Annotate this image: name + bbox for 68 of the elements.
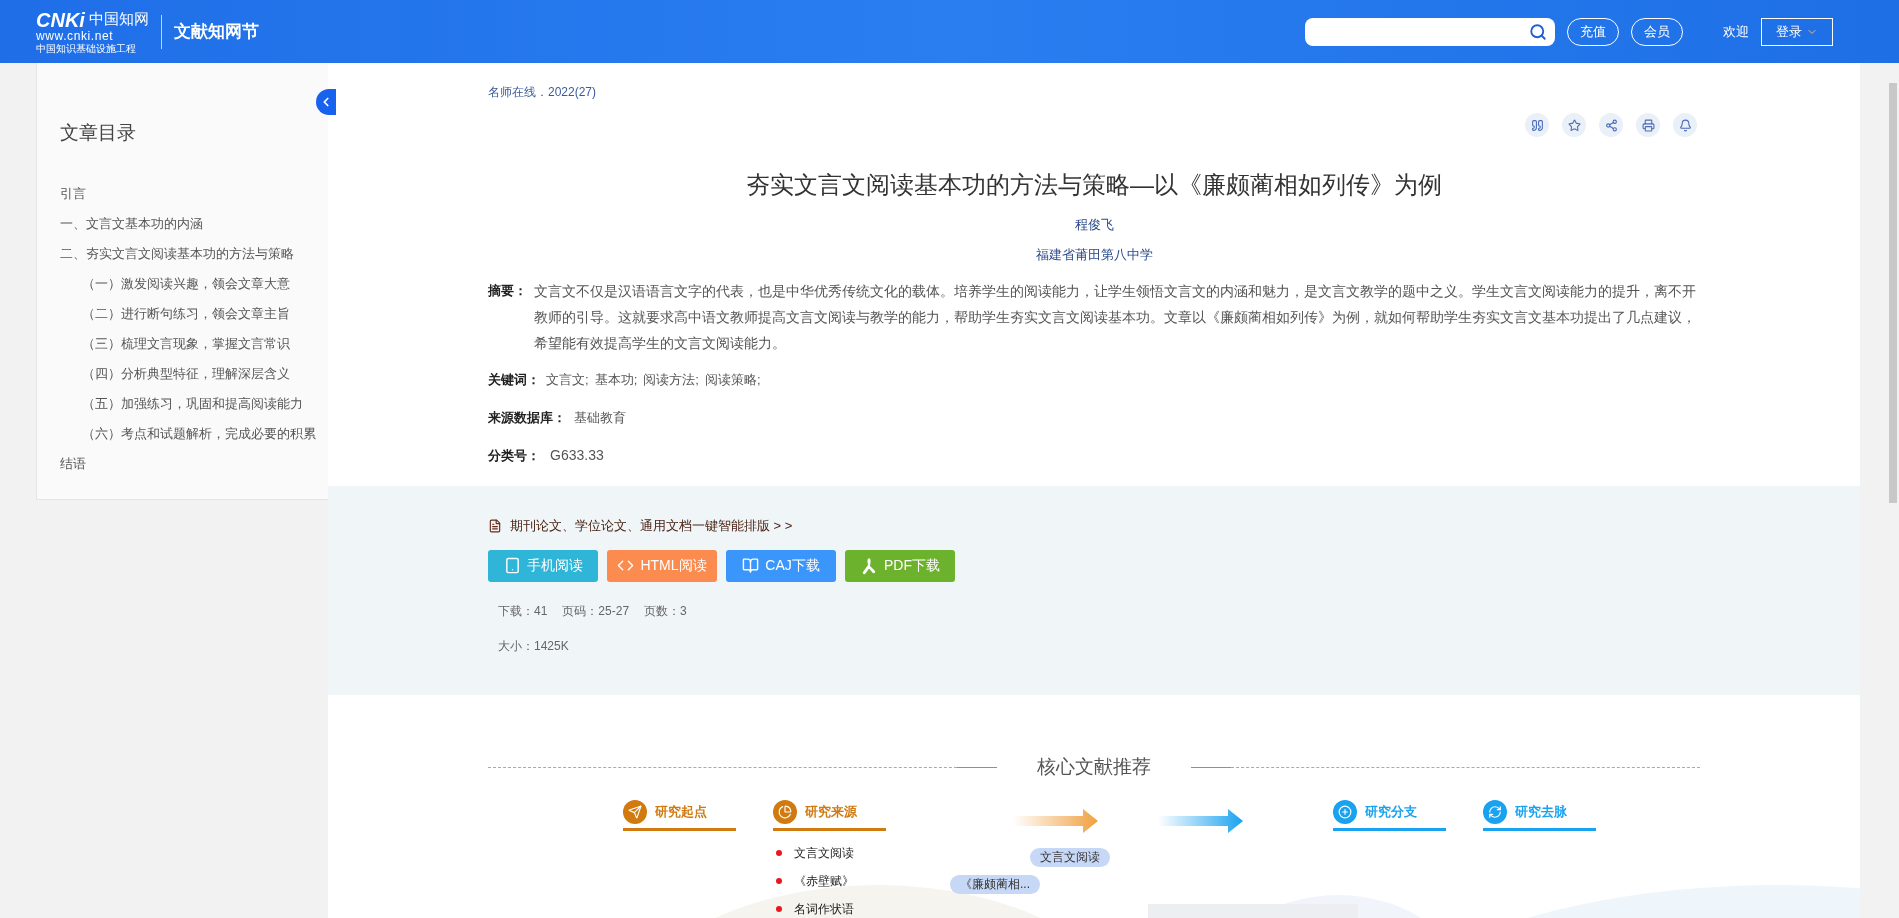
star-icon [1567, 118, 1581, 132]
toc-subitem[interactable]: （三）梳理文言现象，掌握文言常识 [60, 328, 328, 359]
organization-link[interactable]: 福建省莆田第八中学 [488, 244, 1700, 264]
toc-item[interactable]: 一、文言文基本功的内涵 [60, 208, 328, 239]
keywords-label: 关键词： [488, 371, 540, 389]
abstract-text: 文言文不仅是汉语语言文字的代表，也是中华优秀传统文化的载体。培养学生的阅读能力，让学生领悟文言文的内涵和魅力，是文言文教学的题中之义。学生文言文阅读能力的提升，离不开教师的引导。这就要求高中语文教师提高文言文阅读与教学的能力，帮助学生夯实文言文阅读基本功。文章以《廉颇蔺相如列传》为例，就如何帮助学生夯实文言文基本功提出了几点建议，希望能有效提高学生的文言文阅读能力。 [534, 282, 1697, 353]
stat-text: 页数：3 [644, 602, 687, 620]
logo-subtitle: 中国知识基础设施工程 [36, 43, 136, 54]
scrollbar[interactable] [1889, 83, 1897, 503]
printer-icon [1641, 118, 1655, 132]
tab-icon [628, 804, 642, 819]
logo-text: CNKi [36, 9, 85, 30]
author-link[interactable]: 程俊飞 [488, 215, 1700, 235]
arrow-icon [1158, 807, 1243, 834]
stat-text: 下载：41 [498, 602, 548, 620]
source-link[interactable]: 名词作状语 [794, 899, 854, 918]
toc-subitem[interactable]: （六）考点和试题解析，完成必要的积累 [60, 418, 328, 449]
section-title: 核心文献推荐 [1036, 755, 1152, 779]
toc-subitem[interactable]: （五）加强练习，巩固和提高阅读能力 [60, 388, 328, 419]
document-icon [488, 518, 502, 533]
class-label: 分类号： [488, 446, 540, 465]
toc-subitem[interactable]: （二）进行断句练习，领会文章主旨 [60, 298, 328, 329]
logo-url: www.cnki.net [36, 29, 114, 42]
keyword-link[interactable]: 阅读方法; [643, 370, 699, 390]
keyword-link[interactable]: 阅读策略; [704, 370, 761, 390]
share-button[interactable] [1599, 113, 1623, 137]
tab-icon [1488, 804, 1502, 819]
keyword-bubble[interactable]: 《廉颇蔺相... [950, 874, 1040, 894]
quote-icon [1530, 118, 1544, 132]
acrobat-icon [860, 556, 878, 575]
collapse-button[interactable] [316, 89, 336, 115]
quote-button[interactable] [1525, 113, 1549, 137]
welcome-text: 欢迎 [1723, 22, 1749, 41]
keyword-bubble[interactable]: 文言文阅读 [1030, 847, 1110, 867]
login-button[interactable]: 登录 [1761, 17, 1833, 46]
database-value: 基础教育 [574, 408, 626, 427]
article-title: 夯实文言文阅读基本功的方法与策略—以《廉颇蔺相如列传》为例 [745, 170, 1443, 200]
source-link[interactable]: 《赤壁赋》 [794, 871, 854, 890]
share-icon [1604, 118, 1618, 132]
toc-subitem[interactable]: （四）分析典型特征，理解深层含义 [60, 358, 328, 389]
tab-icon [778, 804, 792, 819]
site-name[interactable]: 文献知网节 [173, 18, 259, 45]
class-value: G633.33 [550, 446, 604, 465]
stat-text: 页码：25-27 [562, 602, 630, 620]
size-text: 大小：1425K [498, 637, 570, 655]
bell-button[interactable] [1673, 113, 1697, 137]
toc-subitem[interactable]: （一）激发阅读兴趣，领会文章大意 [60, 268, 328, 299]
star-button[interactable] [1562, 113, 1586, 137]
keyword-link[interactable]: 文言文; [546, 370, 589, 390]
toc-item[interactable]: 引言 [60, 178, 328, 209]
keyword-link[interactable]: 基本功; [594, 370, 638, 390]
database-label: 来源数据库： [488, 408, 566, 427]
tab-icon [1338, 804, 1352, 819]
source-link[interactable]: 文言文阅读 [794, 843, 854, 862]
arrow-icon [1013, 807, 1098, 834]
printer-button[interactable] [1636, 113, 1660, 137]
toc-item[interactable]: 二、夯实文言文阅读基本功的方法与策略 [60, 238, 328, 269]
abstract-label: 摘要： [488, 282, 528, 300]
journal-source[interactable]: 名师在线．2022(27) [488, 83, 1700, 101]
search-icon[interactable] [1529, 22, 1547, 41]
logo-chinese: 中国知网 [88, 12, 149, 27]
toc-item[interactable]: 结语 [60, 448, 328, 479]
tablet-icon [503, 557, 521, 574]
search-field[interactable] [1305, 17, 1555, 46]
format-link[interactable]: 期刊论文、学位论文、通用文档一键智能排版 > > [510, 516, 793, 536]
toc-title: 文章目录 [60, 121, 137, 145]
book-icon [742, 557, 760, 574]
bell-icon [1678, 118, 1692, 132]
